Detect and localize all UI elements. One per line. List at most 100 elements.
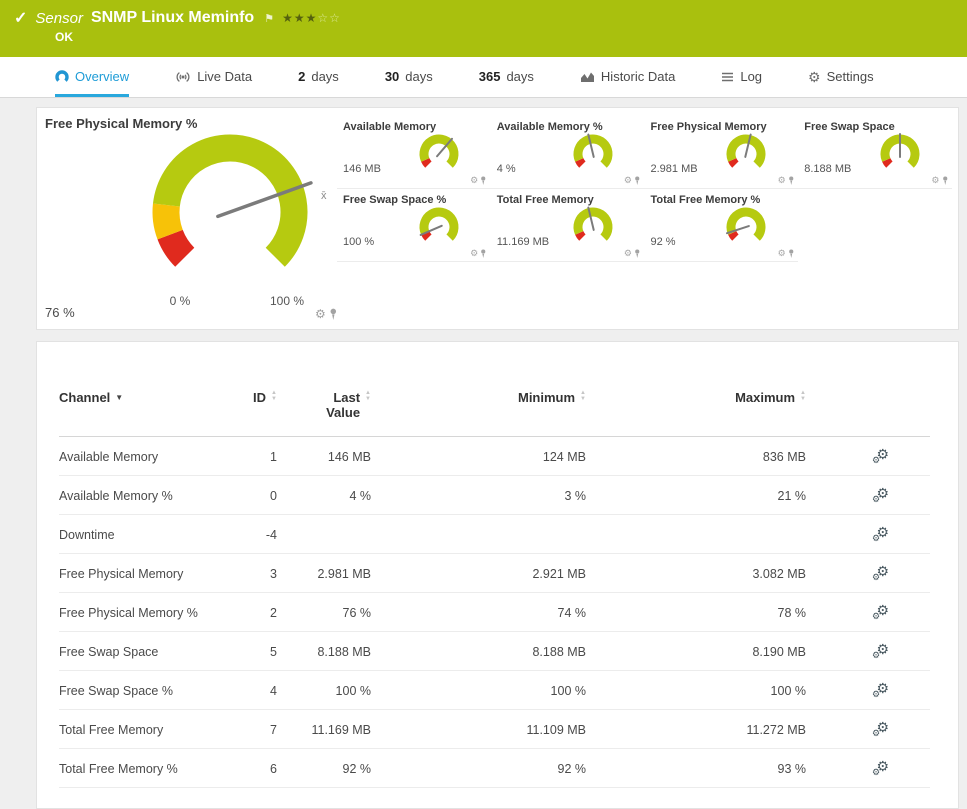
star-empty-icon[interactable]: ☆	[317, 11, 329, 25]
channel-id: 3	[219, 553, 277, 593]
channel-name[interactable]: Free Physical Memory %	[59, 592, 219, 632]
channel-table: Channel ID Last Value Minimum Maximum Av…	[59, 390, 930, 788]
tab-number: 30	[384, 69, 400, 84]
table-row[interactable]: Free Physical Memory % 2 76 % 74 % 78 % ⚙ ⚙	[59, 592, 930, 632]
table-header-row: Channel ID Last Value Minimum Maximum	[59, 390, 930, 437]
last-value: 100 %	[277, 670, 371, 710]
channel-name[interactable]: Total Free Memory %	[59, 748, 219, 788]
star-filled-icon[interactable]: ★	[282, 11, 294, 25]
channel-name[interactable]: Total Free Memory	[59, 709, 219, 749]
tab-historic-data[interactable]: Historic Data	[580, 57, 675, 97]
channel-name[interactable]: Free Swap Space %	[59, 670, 219, 710]
tab-label: Historic Data	[600, 69, 676, 84]
star-rating[interactable]: ★ ★ ★ ☆ ☆	[282, 11, 341, 25]
sort-icon[interactable]	[365, 391, 371, 402]
sort-icon[interactable]	[580, 391, 586, 402]
star-filled-icon[interactable]: ★	[306, 11, 318, 25]
channel-settings-icon[interactable]: ⚙ ⚙	[872, 564, 890, 582]
sort-icon[interactable]	[271, 391, 277, 402]
table-row[interactable]: Downtime -4 ⚙ ⚙	[59, 514, 930, 554]
tab-log[interactable]: Log	[721, 57, 762, 97]
mini-gauge-available-memory: Available Memory 146 MB ⚙	[337, 116, 491, 189]
sort-icon[interactable]	[800, 391, 806, 402]
pin-icon[interactable]	[634, 176, 641, 185]
pin-icon[interactable]	[634, 249, 641, 258]
gear-icon[interactable]: ⚙	[778, 176, 786, 185]
tab-live-data[interactable]: Live Data	[175, 57, 252, 97]
pin-icon[interactable]	[788, 249, 795, 258]
sort-caret-icon[interactable]	[110, 390, 123, 405]
minimum-value: 100 %	[371, 670, 586, 710]
status-badge: OK	[55, 30, 73, 44]
table-row[interactable]: Total Free Memory 7 11.169 MB 11.109 MB 11.2…	[59, 709, 930, 749]
mini-gauge-value: 8.188 MB	[804, 163, 852, 175]
pin-icon[interactable]	[788, 176, 795, 185]
tab-2-days[interactable]: 2 days	[298, 57, 339, 97]
channel-settings-icon[interactable]: ⚙ ⚙	[872, 759, 890, 777]
tab-label: days	[311, 69, 339, 84]
last-value: 146 MB	[277, 436, 371, 476]
mini-gauge-dial	[716, 203, 776, 254]
tab-overview[interactable]: Overview	[55, 57, 130, 97]
main-gauge-value: 76 %	[45, 305, 75, 320]
channel-settings-icon[interactable]: ⚙ ⚙	[872, 681, 890, 699]
channel-name[interactable]: Available Memory	[59, 436, 219, 476]
channel-name[interactable]: Free Physical Memory	[59, 553, 219, 593]
mini-gauge-total-free-memory: Total Free Memory % 92 % ⚙	[644, 189, 799, 262]
last-value: 11.169 MB	[277, 709, 371, 749]
mini-gauge-value: 146 MB	[343, 163, 381, 175]
tab-365-days[interactable]: 365 days	[479, 57, 534, 97]
column-header-channel[interactable]: Channel	[59, 390, 110, 405]
channel-settings-icon[interactable]: ⚙ ⚙	[872, 486, 890, 504]
channel-id: 6	[219, 748, 277, 788]
column-header-last-value[interactable]: Last Value	[316, 390, 360, 420]
channel-settings-icon[interactable]: ⚙ ⚙	[872, 447, 890, 465]
table-row[interactable]: Free Swap Space 5 8.188 MB 8.188 MB 8.190 MB…	[59, 631, 930, 671]
maximum-value: 11.272 MB	[586, 709, 806, 749]
gear-icon[interactable]: ⚙	[624, 176, 632, 185]
mini-gauge-value: 2.981 MB	[650, 163, 698, 175]
column-header-maximum[interactable]: Maximum	[735, 390, 795, 405]
star-filled-icon[interactable]: ★	[294, 11, 306, 25]
pin-icon[interactable]	[942, 176, 949, 185]
table-row[interactable]: Free Physical Memory 3 2.981 MB 2.921 MB 3.0…	[59, 553, 930, 593]
mini-gauge-dial	[409, 130, 469, 181]
maximum-value: 3.082 MB	[586, 553, 806, 593]
gear-icon[interactable]: ⚙	[470, 176, 478, 185]
gear-icon[interactable]: ⚙	[624, 249, 632, 258]
mini-gauge-dial	[563, 203, 623, 254]
pin-icon[interactable]	[480, 249, 487, 258]
gear-icon[interactable]: ⚙	[931, 176, 939, 185]
channel-settings-icon[interactable]: ⚙ ⚙	[872, 720, 890, 738]
channel-name[interactable]: Free Swap Space	[59, 631, 219, 671]
mini-gauge-value: 11.169 MB	[496, 236, 550, 248]
column-header-id[interactable]: ID	[253, 390, 266, 405]
channel-settings-icon[interactable]: ⚙ ⚙	[872, 603, 890, 621]
channel-settings-icon[interactable]: ⚙ ⚙	[872, 642, 890, 660]
gear-icon[interactable]: ⚙	[470, 249, 478, 258]
tab-label: Settings	[826, 69, 874, 84]
last-value: 4 %	[277, 475, 371, 515]
pin-icon[interactable]	[480, 176, 487, 185]
gear-icon[interactable]: ⚙	[778, 249, 786, 258]
table-row[interactable]: Total Free Memory % 6 92 % 92 % 93 % ⚙ ⚙	[59, 748, 930, 788]
channel-name[interactable]: Available Memory %	[59, 475, 219, 515]
table-row[interactable]: Free Swap Space % 4 100 % 100 % 100 % ⚙ ⚙	[59, 670, 930, 710]
tab-30-days[interactable]: 30 days	[385, 57, 433, 97]
table-row[interactable]: Available Memory % 0 4 % 3 % 21 % ⚙ ⚙	[59, 475, 930, 515]
tab-label: days	[506, 69, 534, 84]
tab-settings[interactable]: ⚙ Settings	[808, 57, 874, 97]
channel-name[interactable]: Downtime	[59, 514, 219, 554]
object-kind-label: Sensor	[35, 9, 83, 27]
channel-id: 1	[219, 436, 277, 476]
gear-icon[interactable]: ⚙	[315, 308, 326, 320]
minimum-value: 92 %	[371, 748, 586, 788]
table-row[interactable]: Available Memory 1 146 MB 124 MB 836 MB ⚙ ⚙	[59, 436, 930, 476]
column-header-minimum[interactable]: Minimum	[518, 390, 575, 405]
pin-icon[interactable]	[329, 308, 338, 320]
star-empty-icon[interactable]: ☆	[329, 11, 341, 25]
minimum-value: 2.921 MB	[371, 553, 586, 593]
channel-settings-icon[interactable]: ⚙ ⚙	[872, 525, 890, 543]
gauge-min-label: 0 %	[169, 294, 191, 308]
flag-icon[interactable]: ⚑	[264, 12, 274, 25]
